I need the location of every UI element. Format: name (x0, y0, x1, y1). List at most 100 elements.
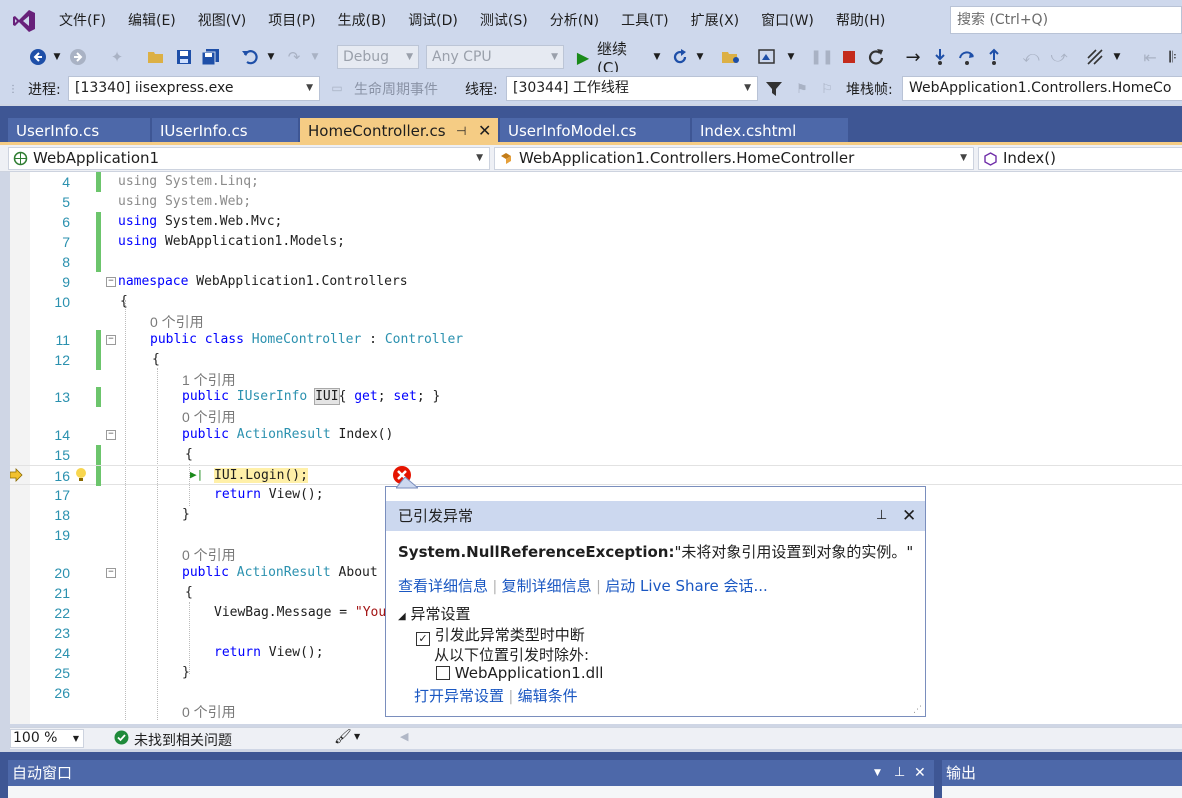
chevron-down-icon[interactable]: ▼ (652, 46, 662, 68)
save-icon[interactable] (174, 46, 194, 68)
break-on-exception-option[interactable]: ✓ 引发此异常类型时中断 (416, 624, 585, 646)
show-next-statement-icon[interactable]: → (902, 46, 924, 68)
autos-window-header[interactable]: 自动窗口 ▼ ⊥ ✕ (8, 760, 934, 786)
uncomment-icon[interactable]: ⤻ (1048, 46, 1070, 68)
current-execution-line[interactable]: 16 ▶| IUI.Login(); (10, 465, 1182, 487)
edit-conditions-link[interactable]: 编辑条件 (518, 687, 578, 705)
menu-file[interactable]: 文件(F) (48, 0, 117, 42)
member-select[interactable]: Index() (978, 147, 1182, 170)
exception-settings-section[interactable]: ◢ 异常设置 (398, 603, 471, 624)
code-line[interactable]: 6 using System.Web.Mvc; (10, 212, 1182, 232)
dll-exclusion-option[interactable]: WebApplication1.dll (436, 664, 603, 682)
thread-select[interactable]: [30344] 工作线程 ▼ (506, 76, 758, 101)
exception-helper-popup[interactable]: 已引发异常 ⊥ ✕ System.NullReferenceException:… (385, 477, 926, 717)
chevron-down-icon[interactable]: ▼ (786, 46, 796, 68)
visual-studio-logo-icon[interactable] (0, 0, 48, 42)
run-to-click-icon[interactable]: ▶| (190, 468, 203, 481)
new-project-icon[interactable]: ✦ (106, 46, 128, 68)
chevron-down-icon[interactable]: ▼ (695, 46, 705, 68)
scroll-left-icon[interactable]: ◀ (400, 730, 408, 743)
start-live-share-link[interactable]: 启动 Live Share 会话... (605, 577, 768, 595)
stop-debugging-icon[interactable] (840, 46, 858, 68)
lifecycle-events-icon[interactable]: ▭ (328, 80, 346, 96)
resize-grip-icon[interactable]: ⋰ (913, 705, 922, 715)
menu-view[interactable]: 视图(V) (187, 0, 258, 42)
instruction-pointer-icon[interactable] (10, 467, 24, 487)
code-line[interactable]: 15 { (10, 445, 1182, 465)
menu-test[interactable]: 测试(S) (469, 0, 539, 42)
code-line[interactable]: 9 − namespace WebApplication1.Controller… (10, 272, 1182, 292)
view-details-link[interactable]: 查看详细信息 (398, 577, 488, 595)
menu-project[interactable]: 项目(P) (257, 0, 326, 42)
code-cleanup-brush-icon[interactable]: 🖌 (334, 729, 352, 745)
chevron-down-icon[interactable]: ▼ (1112, 46, 1122, 68)
stack-frame-select[interactable]: WebApplication1.Controllers.HomeCo (902, 76, 1182, 101)
codelens-references[interactable]: 0 个引用 (150, 312, 204, 332)
codelens-references[interactable]: 0 个引用 (182, 702, 236, 722)
issues-status[interactable]: 未找到相关问题 (134, 730, 232, 750)
step-over-icon[interactable] (956, 46, 978, 68)
restart-icon[interactable] (866, 46, 886, 68)
toolbar-overflow-icon[interactable]: 𝄆 (1164, 46, 1182, 68)
menu-build[interactable]: 生成(B) (327, 0, 398, 42)
codelens-references[interactable]: 0 个引用 (182, 545, 236, 565)
comment-out-icon[interactable]: ⤺ (1020, 46, 1042, 68)
menu-extensions[interactable]: 扩展(X) (680, 0, 751, 42)
save-all-icon[interactable] (200, 46, 222, 68)
menu-debug[interactable]: 调试(D) (397, 0, 469, 42)
code-line[interactable]: 10 { (10, 292, 1182, 312)
show-flagged-threads-icon[interactable]: ⚐ (816, 78, 838, 100)
process-select[interactable]: [13340] iisexpress.exe ▼ (68, 76, 320, 101)
autos-window-body[interactable] (8, 786, 934, 798)
project-select[interactable]: WebApplication1 ▼ (8, 147, 490, 170)
search-input[interactable]: 搜索 (Ctrl+Q) (950, 6, 1182, 34)
solution-configuration-select[interactable]: Debug ▼ (337, 45, 419, 69)
menu-help[interactable]: 帮助(H) (825, 0, 896, 42)
collapse-triangle-icon[interactable]: ◢ (398, 611, 406, 622)
chevron-down-icon[interactable]: ▼ (354, 732, 360, 741)
collapse-toggle[interactable]: − (106, 335, 116, 345)
filter-icon[interactable] (764, 78, 784, 100)
pin-icon[interactable]: ⊥ (876, 501, 887, 531)
close-icon[interactable]: ✕ (478, 118, 491, 144)
redo-icon[interactable]: ↷ (284, 46, 304, 68)
browser-link-icon[interactable] (756, 46, 778, 68)
code-line[interactable]: 11 − public class HomeController : Contr… (10, 330, 1182, 350)
code-line[interactable]: 4 using System.Linq; (10, 172, 1182, 192)
navigate-back-icon[interactable] (28, 46, 48, 68)
bookmark-icon[interactable]: ⇤ (1140, 46, 1160, 68)
copy-details-link[interactable]: 复制详细信息 (502, 577, 592, 595)
refresh-icon[interactable] (670, 46, 690, 68)
navigate-forward-icon[interactable] (68, 46, 88, 68)
continue-button[interactable]: 继续(C) (597, 40, 649, 77)
grip-handle-icon[interactable]: ⋮ (8, 82, 18, 96)
code-line[interactable]: 5 using System.Web; (10, 192, 1182, 212)
lifecycle-events-label[interactable]: 生命周期事件 (354, 79, 438, 99)
tab-index-cshtml[interactable]: Index.cshtml (692, 118, 848, 144)
output-window-body[interactable] (942, 786, 1182, 798)
collapse-toggle[interactable]: − (106, 568, 116, 578)
close-icon[interactable]: ✕ (902, 501, 916, 531)
performance-profiler-icon[interactable] (1084, 46, 1106, 68)
step-out-icon[interactable] (984, 46, 1004, 68)
open-exception-settings-link[interactable]: 打开异常设置 (414, 687, 504, 705)
class-select[interactable]: WebApplication1.Controllers.HomeControll… (494, 147, 974, 170)
code-line[interactable]: 8 (10, 252, 1182, 272)
break-all-icon[interactable]: ❚❚ (810, 46, 833, 68)
chevron-down-icon[interactable]: ▼ (52, 46, 62, 68)
open-in-folder-icon[interactable] (720, 46, 742, 68)
output-window-header[interactable]: 输出 (942, 760, 1182, 786)
pin-icon[interactable]: ⊣ (456, 118, 466, 144)
zoom-select[interactable]: 100 % ▼ (10, 729, 84, 748)
toggle-flag-icon[interactable]: ⚑ (792, 78, 812, 100)
tab-homecontroller-cs[interactable]: HomeController.cs ⊣ ✕ (300, 118, 498, 144)
close-icon[interactable]: ✕ (914, 760, 926, 786)
tab-userinfomodel-cs[interactable]: UserInfoModel.cs (500, 118, 690, 144)
continue-play-icon[interactable]: ▶ (574, 46, 592, 68)
chevron-down-icon[interactable]: ▼ (266, 46, 276, 68)
code-line[interactable]: 12 { (10, 350, 1182, 370)
step-into-icon[interactable] (930, 46, 950, 68)
solution-platform-select[interactable]: Any CPU ▼ (426, 45, 564, 69)
open-folder-icon[interactable] (146, 46, 166, 68)
chevron-down-icon[interactable]: ▼ (874, 760, 881, 786)
